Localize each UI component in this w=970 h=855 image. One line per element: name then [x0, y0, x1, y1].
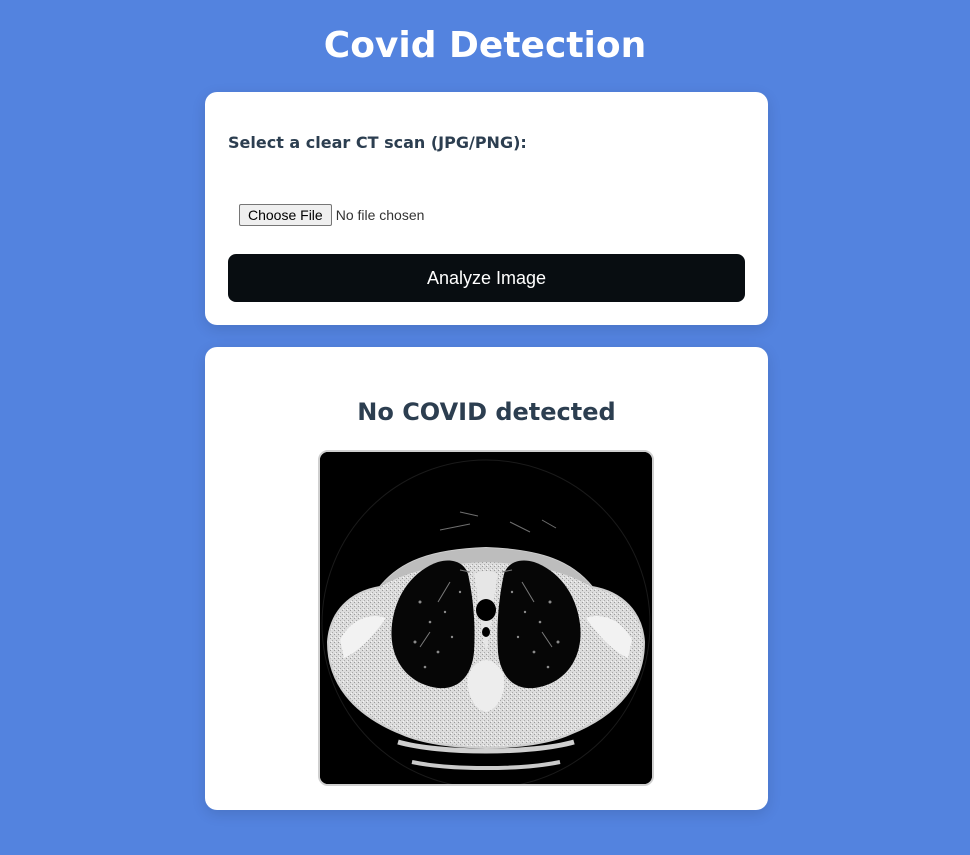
- upload-label: Select a clear CT scan (JPG/PNG):: [228, 133, 527, 152]
- ct-scan-image: [318, 450, 654, 786]
- file-status: No file chosen: [335, 207, 425, 223]
- result-heading: No COVID detected: [357, 398, 616, 426]
- file-input[interactable]: Choose File No file chosen: [239, 204, 424, 226]
- result-card: No COVID detected: [205, 347, 768, 810]
- analyze-image-button[interactable]: Analyze Image: [228, 254, 745, 302]
- ct-scan-graphic: [320, 452, 652, 784]
- choose-file-button[interactable]: Choose File: [239, 204, 332, 226]
- upload-card: Select a clear CT scan (JPG/PNG): Choose…: [205, 92, 768, 325]
- page-title: Covid Detection: [323, 25, 647, 66]
